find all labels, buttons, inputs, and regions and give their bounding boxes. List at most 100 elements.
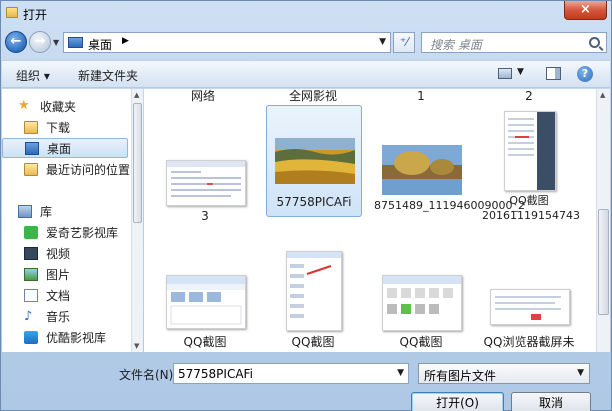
scroll-up-icon[interactable]: ▲ xyxy=(600,91,605,99)
scroll-up-icon[interactable]: ▲ xyxy=(134,91,139,99)
navigation-pane: ★ 收藏夹 下载 桌面 最近访问的位置 库 爱奇艺影视库 视频 图片 文档 ♪ … xyxy=(2,89,131,352)
file-label[interactable]: 2 xyxy=(482,89,576,104)
filetype-select[interactable]: 所有图片文件 ▼ xyxy=(418,363,590,384)
address-bar[interactable]: 桌面 ▶ ▼ xyxy=(63,32,391,53)
file-thumbnail xyxy=(166,275,246,329)
forward-button[interactable]: → xyxy=(29,31,51,53)
toolbar: 组织 ▾ 新建文件夹 ▼ ? xyxy=(2,60,610,88)
file-label: QQ截图 xyxy=(399,335,443,349)
sidebar-item-downloads[interactable]: 下载 xyxy=(24,118,124,138)
sidebar-item-videos[interactable]: 视频 xyxy=(24,244,124,264)
file-label: QQ截图 xyxy=(291,335,335,349)
file-thumbnail xyxy=(490,289,570,325)
sidebar-item-pictures[interactable]: 图片 xyxy=(24,265,124,285)
file-item[interactable]: QQ截图 xyxy=(266,249,362,352)
file-list: 网络 全网影视 1 2 3 57758PICAFi 8751489_111946… xyxy=(144,89,596,352)
new-folder-button[interactable]: 新建文件夹 xyxy=(78,67,138,84)
sidebar-item-label: 爱奇艺影视库 xyxy=(46,226,119,240)
cancel-button[interactable]: 取消 xyxy=(511,392,591,411)
address-text[interactable]: 桌面 xyxy=(88,36,112,53)
file-item[interactable]: QQ截图20161119154743 xyxy=(482,105,580,230)
scroll-down-icon[interactable]: ▼ xyxy=(134,342,139,350)
file-thumbnail xyxy=(504,111,556,191)
library-icon xyxy=(18,205,32,218)
sidebar-item-label: 最近访问的位置 xyxy=(46,163,131,177)
folder-icon xyxy=(24,121,38,134)
video-icon xyxy=(24,247,38,260)
sidebar-item-desktop[interactable]: 桌面 xyxy=(2,138,128,158)
sidebar-scrollbar[interactable]: ▲ ▼ xyxy=(131,89,143,352)
open-file-dialog: 打开 × ← → ▼ 桌面 ▶ ▼ ⁺⁄ 搜索 桌面 组织 ▾ 新建文件夹 ▼ … xyxy=(0,0,612,411)
sidebar-item-label: 图片 xyxy=(46,268,71,282)
file-label: QQ截图 xyxy=(183,335,227,349)
youku-icon xyxy=(24,331,38,344)
picture-icon xyxy=(24,268,38,281)
view-dropdown[interactable]: ▼ xyxy=(517,67,524,77)
filetype-value: 所有图片文件 xyxy=(424,369,497,383)
file-item-selected[interactable]: 57758PICAFi xyxy=(266,105,362,217)
sidebar-item-label: 文档 xyxy=(46,289,71,303)
filename-label: 文件名(N): xyxy=(119,368,178,382)
scrollbar-thumb[interactable] xyxy=(598,209,609,315)
file-item[interactable]: QQ浏览器截屏未 xyxy=(482,249,578,352)
file-label[interactable]: 网络 xyxy=(156,89,250,104)
sidebar-item-recent[interactable]: 最近访问的位置 xyxy=(24,160,130,180)
content-scrollbar[interactable]: ▲ xyxy=(596,89,610,352)
recent-icon xyxy=(24,163,38,176)
file-label: 8751489_111946009000_2 xyxy=(374,199,525,212)
sidebar-item-label: 优酷影视库 xyxy=(46,331,107,345)
file-thumbnail xyxy=(382,275,462,331)
sidebar-item-label: 视频 xyxy=(46,247,71,261)
star-icon: ★ xyxy=(18,98,30,113)
file-thumbnail xyxy=(275,138,355,184)
file-label: QQ浏览器截屏未 xyxy=(483,335,575,349)
filename-value[interactable]: 57758PICAFi xyxy=(178,367,253,381)
sidebar-item-documents[interactable]: 文档 xyxy=(24,286,124,306)
file-item[interactable]: QQ截图 xyxy=(374,249,470,352)
sidebar-item-label: 下载 xyxy=(46,121,71,135)
file-item[interactable]: QQ截图 xyxy=(158,249,254,352)
file-label: 3 xyxy=(201,209,209,223)
sidebar-item-label: 收藏夹 xyxy=(40,100,77,114)
close-button[interactable]: × xyxy=(564,1,607,20)
file-item[interactable]: 8751489_111946009000_2 xyxy=(374,105,525,217)
search-input[interactable]: 搜索 桌面 xyxy=(421,32,607,53)
view-icon[interactable] xyxy=(498,68,512,79)
refresh-button[interactable]: ⁺⁄ xyxy=(393,32,415,53)
file-thumbnail xyxy=(286,251,342,331)
filename-field[interactable]: 57758PICAFi ▼ xyxy=(173,363,409,384)
music-icon: ♪ xyxy=(24,309,33,324)
help-icon[interactable]: ? xyxy=(577,66,593,82)
breadcrumb-arrow-icon[interactable]: ▶ xyxy=(122,36,129,46)
file-label: 57758PICAFi xyxy=(276,195,352,209)
file-label[interactable]: 1 xyxy=(374,89,468,104)
file-label[interactable]: 全网影视 xyxy=(266,89,360,104)
recent-pages-dropdown[interactable]: ▼ xyxy=(53,38,59,47)
sidebar-item-label: 桌面 xyxy=(47,142,72,156)
sidebar-item-youku[interactable]: 优酷影视库 xyxy=(24,328,130,348)
desktop-icon xyxy=(68,37,83,48)
sidebar-item-music[interactable]: ♪ 音乐 xyxy=(24,307,124,327)
iqiyi-icon xyxy=(24,226,38,239)
back-button[interactable]: ← xyxy=(5,31,27,53)
search-placeholder: 搜索 桌面 xyxy=(430,38,482,52)
open-button[interactable]: 打开(O) xyxy=(411,392,504,411)
sidebar-item-iqiyi[interactable]: 爱奇艺影视库 xyxy=(24,223,130,243)
search-icon xyxy=(589,37,600,48)
window-title: 打开 xyxy=(23,8,48,22)
document-icon xyxy=(24,289,38,302)
filename-dropdown[interactable]: ▼ xyxy=(397,368,404,378)
address-dropdown[interactable]: ▼ xyxy=(379,37,386,47)
file-label: QQ截图20161119154743 xyxy=(482,194,580,222)
preview-pane-icon[interactable] xyxy=(546,67,561,80)
file-item[interactable]: 3 xyxy=(158,105,254,223)
file-thumbnail xyxy=(166,160,246,206)
sidebar-item-label: 库 xyxy=(40,205,53,219)
scrollbar-thumb[interactable] xyxy=(133,103,142,223)
file-thumbnail xyxy=(382,145,462,195)
organize-button[interactable]: 组织 ▾ xyxy=(16,67,50,84)
sidebar-item-favorites[interactable]: ★ 收藏夹 xyxy=(18,97,118,117)
sidebar-item-libraries[interactable]: 库 xyxy=(18,202,118,222)
folder-icon xyxy=(6,7,18,18)
sidebar-item-label: 音乐 xyxy=(46,310,71,324)
